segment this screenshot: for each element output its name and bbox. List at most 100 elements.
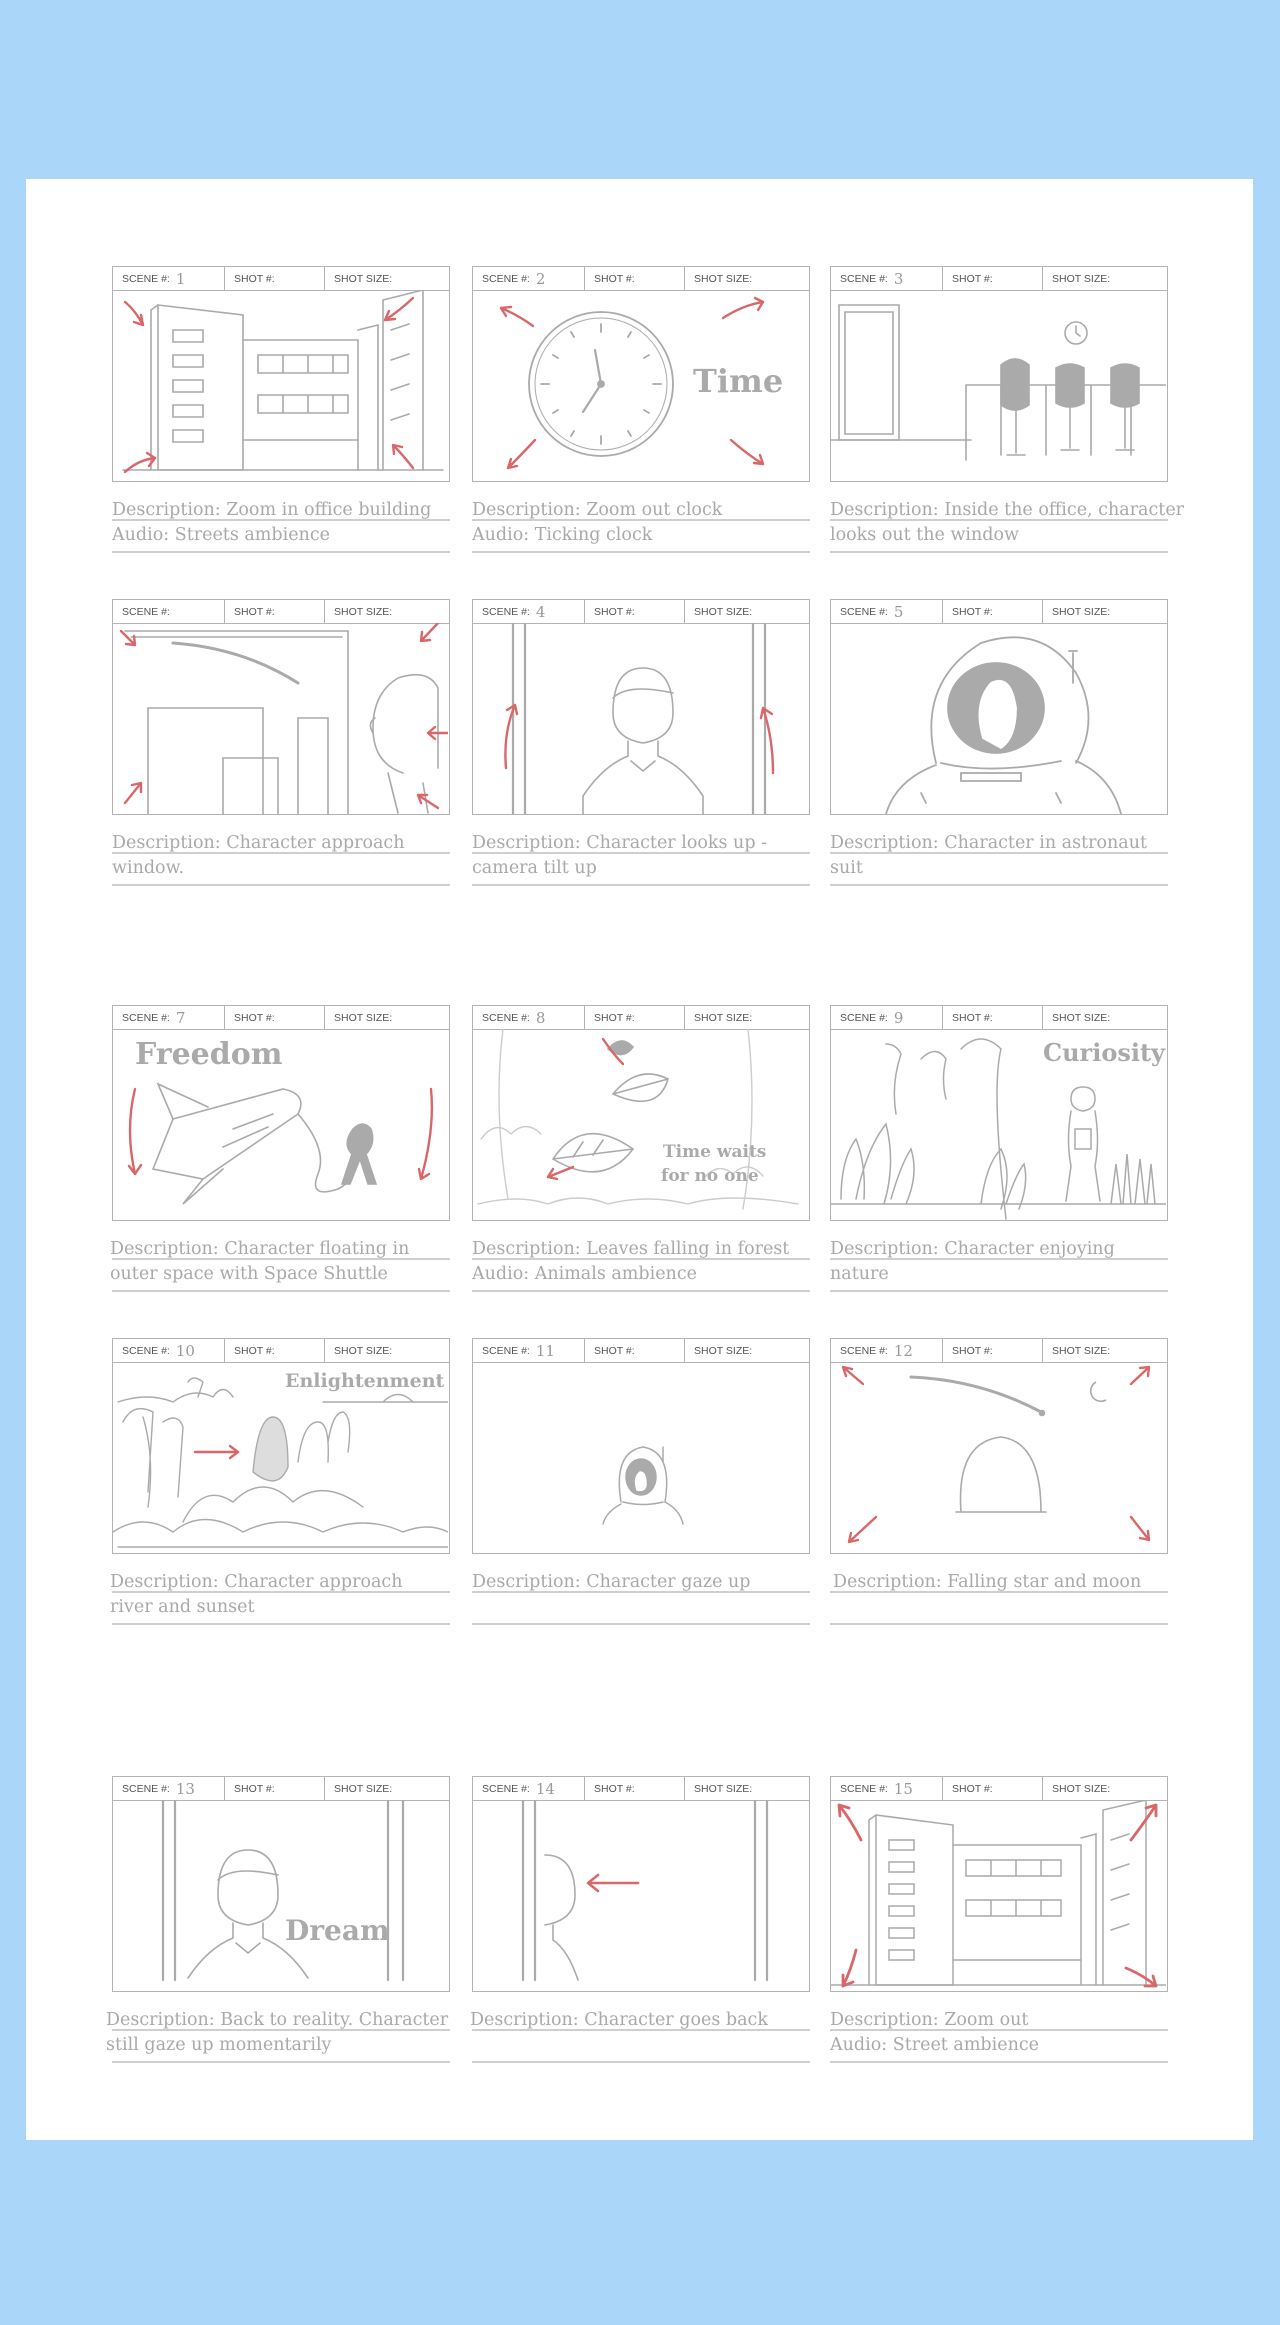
falling-star-moon-sketch — [841, 1365, 1151, 1544]
office-interior-sketch — [831, 304, 1166, 461]
shot-size-label: SHOT SIZE: — [334, 1782, 393, 1795]
underline — [830, 1623, 1168, 1625]
shot-label: SHOT #: — [594, 605, 635, 618]
panel-header: SCENE #: 1 SHOT #: SHOT SIZE: — [113, 267, 449, 291]
audio-line: Audio: Street ambience — [830, 2035, 1040, 2055]
scene-number: 5 — [893, 602, 904, 621]
scene-caption: Enlightenment — [285, 1370, 445, 1392]
shot-size-label: SHOT SIZE: — [694, 605, 753, 618]
underline — [830, 884, 1168, 886]
panel-header: SCENE #: 4 SHOT #: SHOT SIZE: — [473, 600, 809, 624]
description-line-2: nature — [830, 1264, 889, 1284]
panel-frame: SCENE #: 5 SHOT #: SHOT SIZE: — [830, 599, 1168, 815]
underline — [112, 2061, 450, 2063]
shot-label: SHOT #: — [234, 1782, 275, 1795]
office-zoom-out-sketch — [831, 1800, 1166, 1988]
scene-label: SCENE #: — [482, 1782, 530, 1795]
scene-label: SCENE #: — [840, 272, 888, 285]
scene-label: SCENE #: — [840, 1782, 888, 1795]
shot-label: SHOT #: — [234, 1011, 275, 1024]
storyboard-panel: SCENE #: 14 SHOT #: SHOT SIZE: Descriptio… — [470, 1776, 810, 2063]
panel-frame: SCENE #: 13 SHOT #: SHOT SIZE: Dream — [112, 1776, 450, 1992]
character-looks-up-sketch — [504, 623, 775, 814]
underline — [112, 884, 450, 886]
astronaut-helmet-sketch — [885, 636, 1122, 814]
dream-character-sketch: Dream — [161, 1800, 405, 1982]
panel-header: SCENE #: 3 SHOT #: SHOT SIZE: — [831, 267, 1167, 291]
underline — [112, 1623, 450, 1625]
panel-frame: SCENE #: 15 SHOT #: SHOT SIZE: — [830, 1776, 1168, 1992]
underline — [112, 1258, 450, 1260]
scene-number: 12 — [893, 1341, 913, 1360]
falling-leaves-sketch: Time waits for no one — [477, 1029, 799, 1210]
storyboard-sheet: SCENE #: 1 SHOT #: SHOT SIZE: Descriptio… — [26, 179, 1253, 2140]
underline — [472, 1290, 810, 1292]
panel-frame: SCENE #: 4 SHOT #: SHOT SIZE: — [472, 599, 810, 815]
scene-caption: Curiosity — [1043, 1038, 1166, 1067]
scene-number: 3 — [893, 269, 904, 288]
storyboard-panel: SCENE #: 5 SHOT #: SHOT SIZE: Description… — [830, 599, 1168, 886]
shot-size-label: SHOT SIZE: — [1052, 1011, 1111, 1024]
shot-label: SHOT #: — [234, 1344, 275, 1357]
storyboard-panel: SCENE #: 10 SHOT #: SHOT SIZE: Enlightenm… — [110, 1338, 450, 1625]
shot-label: SHOT #: — [594, 1782, 635, 1795]
panel-frame: SCENE #: 11 SHOT #: SHOT SIZE: — [472, 1338, 810, 1554]
shot-size-label: SHOT SIZE: — [1052, 1344, 1111, 1357]
underline — [112, 852, 450, 854]
underline — [472, 1258, 810, 1260]
scene-caption: Freedom — [135, 1037, 283, 1072]
audio-line: Audio: Streets ambience — [112, 525, 330, 545]
shot-size-label: SHOT SIZE: — [694, 272, 753, 285]
scene-label: SCENE #: — [840, 1344, 888, 1357]
underline — [830, 852, 1168, 854]
underline — [472, 1623, 810, 1625]
scene-number: 7 — [175, 1008, 186, 1027]
storyboard-panel: SCENE #: SHOT #: SHOT SIZE: Description:… — [112, 599, 450, 886]
panel-frame: SCENE #: 2 SHOT #: SHOT SIZE: Time — [472, 266, 810, 482]
panel-header: SCENE #: 8 SHOT #: SHOT SIZE: — [473, 1006, 809, 1030]
scene-caption: Time — [693, 362, 783, 400]
underline — [472, 519, 810, 521]
panel-header: SCENE #: SHOT #: SHOT SIZE: — [113, 600, 449, 624]
scene-label: SCENE #: — [482, 605, 530, 618]
underline — [112, 2029, 450, 2031]
shot-label: SHOT #: — [952, 272, 993, 285]
scene-number: 14 — [535, 1779, 555, 1798]
panel-description: Description: Character approach window. — [112, 831, 472, 881]
panel-description: Description: Zoom out clock Audio: Ticki… — [472, 498, 832, 548]
storyboard-panel: SCENE #: 15 SHOT #: SHOT SIZE: Descripti… — [830, 1776, 1168, 2063]
underline — [830, 1290, 1168, 1292]
audio-line: Audio: Ticking clock — [472, 525, 653, 545]
storyboard-panel: SCENE #: 7 SHOT #: SHOT SIZE: Freedom Des… — [110, 1005, 450, 1292]
storyboard-panel: SCENE #: 3 SHOT #: SHOT SIZE: Description… — [830, 266, 1184, 553]
clock-sketch: Time — [499, 296, 783, 470]
panel-header: SCENE #: 12 SHOT #: SHOT SIZE: — [831, 1339, 1167, 1363]
description-line-2: looks out the window — [830, 525, 1020, 545]
shot-label: SHOT #: — [952, 1782, 993, 1795]
scene-number: 10 — [175, 1341, 195, 1360]
river-sunset-sketch: Enlightenment — [113, 1370, 448, 1548]
scene-label: SCENE #: — [482, 1344, 530, 1357]
scene-label: SCENE #: — [122, 605, 170, 618]
panel-description: Description: Inside the office, characte… — [830, 498, 1190, 548]
panel-frame: SCENE #: 8 SHOT #: SHOT SIZE: Time waits … — [472, 1005, 810, 1221]
underline — [112, 519, 450, 521]
panel-header: SCENE #: 11 SHOT #: SHOT SIZE: — [473, 1339, 809, 1363]
shot-label: SHOT #: — [234, 272, 275, 285]
shot-label: SHOT #: — [234, 605, 275, 618]
underline — [472, 884, 810, 886]
panel-description: Description: Character in astronaut suit — [830, 831, 1190, 881]
panel-description: Description: Character looks up - camera… — [472, 831, 832, 881]
shot-size-label: SHOT SIZE: — [334, 272, 393, 285]
scene-caption-2: for no one — [661, 1166, 759, 1186]
shot-label: SHOT #: — [952, 1011, 993, 1024]
description-line-2: river and sunset — [110, 1597, 255, 1617]
scene-number: 1 — [175, 269, 186, 288]
storyboard-panel: SCENE #: 9 SHOT #: SHOT SIZE: Curiosity D… — [830, 1005, 1168, 1292]
underline — [472, 2061, 810, 2063]
panel-header: SCENE #: 9 SHOT #: SHOT SIZE: — [831, 1006, 1167, 1030]
description-line-2: camera tilt up — [472, 858, 597, 878]
scene-label: SCENE #: — [122, 272, 170, 285]
underline — [830, 2029, 1168, 2031]
panel-frame: SCENE #: 14 SHOT #: SHOT SIZE: — [472, 1776, 810, 1992]
